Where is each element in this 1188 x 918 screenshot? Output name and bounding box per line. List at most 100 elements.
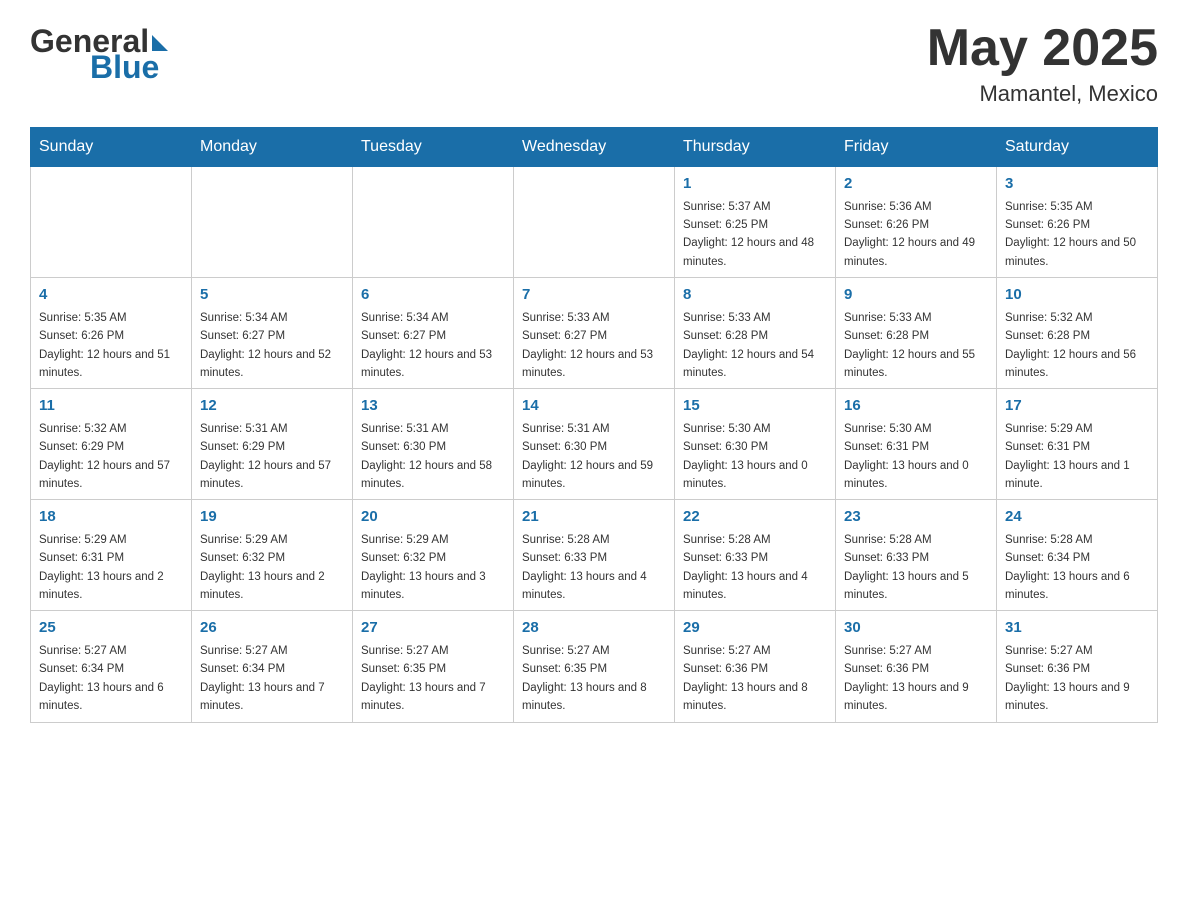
day-info: Sunrise: 5:29 AMSunset: 6:31 PMDaylight:… — [1005, 420, 1149, 494]
calendar-cell: 30Sunrise: 5:27 AMSunset: 6:36 PMDayligh… — [836, 611, 997, 722]
day-info: Sunrise: 5:28 AMSunset: 6:34 PMDaylight:… — [1005, 531, 1149, 605]
calendar-cell — [353, 167, 514, 278]
calendar-cell: 3Sunrise: 5:35 AMSunset: 6:26 PMDaylight… — [997, 167, 1158, 278]
day-info: Sunrise: 5:27 AMSunset: 6:35 PMDaylight:… — [522, 642, 666, 716]
day-info: Sunrise: 5:30 AMSunset: 6:31 PMDaylight:… — [844, 420, 988, 494]
calendar-cell: 14Sunrise: 5:31 AMSunset: 6:30 PMDayligh… — [514, 389, 675, 500]
day-number: 19 — [200, 506, 344, 529]
day-number: 24 — [1005, 506, 1149, 529]
calendar-cell: 27Sunrise: 5:27 AMSunset: 6:35 PMDayligh… — [353, 611, 514, 722]
day-info: Sunrise: 5:35 AMSunset: 6:26 PMDaylight:… — [1005, 198, 1149, 272]
day-info: Sunrise: 5:27 AMSunset: 6:34 PMDaylight:… — [39, 642, 183, 716]
day-info: Sunrise: 5:29 AMSunset: 6:32 PMDaylight:… — [200, 531, 344, 605]
week-row-5: 25Sunrise: 5:27 AMSunset: 6:34 PMDayligh… — [31, 611, 1158, 722]
calendar-cell: 1Sunrise: 5:37 AMSunset: 6:25 PMDaylight… — [675, 167, 836, 278]
day-number: 15 — [683, 395, 827, 418]
header-sunday: Sunday — [31, 128, 192, 167]
day-info: Sunrise: 5:33 AMSunset: 6:28 PMDaylight:… — [683, 309, 827, 383]
day-number: 12 — [200, 395, 344, 418]
day-info: Sunrise: 5:37 AMSunset: 6:25 PMDaylight:… — [683, 198, 827, 272]
calendar-cell: 9Sunrise: 5:33 AMSunset: 6:28 PMDaylight… — [836, 278, 997, 389]
day-number: 16 — [844, 395, 988, 418]
calendar-cell: 19Sunrise: 5:29 AMSunset: 6:32 PMDayligh… — [192, 500, 353, 611]
day-info: Sunrise: 5:27 AMSunset: 6:36 PMDaylight:… — [1005, 642, 1149, 716]
day-info: Sunrise: 5:33 AMSunset: 6:28 PMDaylight:… — [844, 309, 988, 383]
header-monday: Monday — [192, 128, 353, 167]
header-friday: Friday — [836, 128, 997, 167]
day-number: 17 — [1005, 395, 1149, 418]
day-number: 6 — [361, 284, 505, 307]
title-area: May 2025 Mamantel, Mexico — [927, 20, 1158, 107]
calendar-body: 1Sunrise: 5:37 AMSunset: 6:25 PMDaylight… — [31, 167, 1158, 722]
day-number: 28 — [522, 617, 666, 640]
calendar-cell: 15Sunrise: 5:30 AMSunset: 6:30 PMDayligh… — [675, 389, 836, 500]
week-row-1: 1Sunrise: 5:37 AMSunset: 6:25 PMDaylight… — [31, 167, 1158, 278]
day-info: Sunrise: 5:34 AMSunset: 6:27 PMDaylight:… — [361, 309, 505, 383]
calendar-cell: 8Sunrise: 5:33 AMSunset: 6:28 PMDaylight… — [675, 278, 836, 389]
day-info: Sunrise: 5:33 AMSunset: 6:27 PMDaylight:… — [522, 309, 666, 383]
day-info: Sunrise: 5:27 AMSunset: 6:36 PMDaylight:… — [844, 642, 988, 716]
calendar-cell: 21Sunrise: 5:28 AMSunset: 6:33 PMDayligh… — [514, 500, 675, 611]
day-number: 1 — [683, 173, 827, 196]
header-thursday: Thursday — [675, 128, 836, 167]
day-number: 10 — [1005, 284, 1149, 307]
day-number: 2 — [844, 173, 988, 196]
day-info: Sunrise: 5:27 AMSunset: 6:36 PMDaylight:… — [683, 642, 827, 716]
day-number: 22 — [683, 506, 827, 529]
header-tuesday: Tuesday — [353, 128, 514, 167]
day-info: Sunrise: 5:36 AMSunset: 6:26 PMDaylight:… — [844, 198, 988, 272]
day-number: 8 — [683, 284, 827, 307]
calendar-cell: 18Sunrise: 5:29 AMSunset: 6:31 PMDayligh… — [31, 500, 192, 611]
day-info: Sunrise: 5:31 AMSunset: 6:30 PMDaylight:… — [361, 420, 505, 494]
calendar-cell: 5Sunrise: 5:34 AMSunset: 6:27 PMDaylight… — [192, 278, 353, 389]
day-number: 30 — [844, 617, 988, 640]
day-number: 26 — [200, 617, 344, 640]
calendar-cell: 4Sunrise: 5:35 AMSunset: 6:26 PMDaylight… — [31, 278, 192, 389]
calendar-cell: 13Sunrise: 5:31 AMSunset: 6:30 PMDayligh… — [353, 389, 514, 500]
day-info: Sunrise: 5:35 AMSunset: 6:26 PMDaylight:… — [39, 309, 183, 383]
calendar-cell — [31, 167, 192, 278]
day-info: Sunrise: 5:30 AMSunset: 6:30 PMDaylight:… — [683, 420, 827, 494]
calendar-cell: 28Sunrise: 5:27 AMSunset: 6:35 PMDayligh… — [514, 611, 675, 722]
calendar-cell: 2Sunrise: 5:36 AMSunset: 6:26 PMDaylight… — [836, 167, 997, 278]
calendar-cell: 24Sunrise: 5:28 AMSunset: 6:34 PMDayligh… — [997, 500, 1158, 611]
logo: General Blue — [30, 25, 168, 83]
calendar-cell: 10Sunrise: 5:32 AMSunset: 6:28 PMDayligh… — [997, 278, 1158, 389]
calendar-cell: 23Sunrise: 5:28 AMSunset: 6:33 PMDayligh… — [836, 500, 997, 611]
day-info: Sunrise: 5:28 AMSunset: 6:33 PMDaylight:… — [683, 531, 827, 605]
calendar-cell — [192, 167, 353, 278]
day-info: Sunrise: 5:31 AMSunset: 6:30 PMDaylight:… — [522, 420, 666, 494]
calendar-cell: 17Sunrise: 5:29 AMSunset: 6:31 PMDayligh… — [997, 389, 1158, 500]
day-number: 20 — [361, 506, 505, 529]
calendar-cell: 12Sunrise: 5:31 AMSunset: 6:29 PMDayligh… — [192, 389, 353, 500]
header-row: Sunday Monday Tuesday Wednesday Thursday… — [31, 128, 1158, 167]
week-row-3: 11Sunrise: 5:32 AMSunset: 6:29 PMDayligh… — [31, 389, 1158, 500]
day-number: 25 — [39, 617, 183, 640]
calendar-cell: 26Sunrise: 5:27 AMSunset: 6:34 PMDayligh… — [192, 611, 353, 722]
header-saturday: Saturday — [997, 128, 1158, 167]
calendar-cell: 20Sunrise: 5:29 AMSunset: 6:32 PMDayligh… — [353, 500, 514, 611]
day-number: 27 — [361, 617, 505, 640]
day-info: Sunrise: 5:32 AMSunset: 6:29 PMDaylight:… — [39, 420, 183, 494]
day-number: 3 — [1005, 173, 1149, 196]
week-row-4: 18Sunrise: 5:29 AMSunset: 6:31 PMDayligh… — [31, 500, 1158, 611]
week-row-2: 4Sunrise: 5:35 AMSunset: 6:26 PMDaylight… — [31, 278, 1158, 389]
calendar-cell: 6Sunrise: 5:34 AMSunset: 6:27 PMDaylight… — [353, 278, 514, 389]
page-header: General Blue May 2025 Mamantel, Mexico — [30, 20, 1158, 107]
calendar-cell: 16Sunrise: 5:30 AMSunset: 6:31 PMDayligh… — [836, 389, 997, 500]
day-info: Sunrise: 5:28 AMSunset: 6:33 PMDaylight:… — [522, 531, 666, 605]
day-info: Sunrise: 5:34 AMSunset: 6:27 PMDaylight:… — [200, 309, 344, 383]
calendar-cell: 7Sunrise: 5:33 AMSunset: 6:27 PMDaylight… — [514, 278, 675, 389]
day-number: 5 — [200, 284, 344, 307]
day-number: 4 — [39, 284, 183, 307]
day-number: 21 — [522, 506, 666, 529]
day-number: 29 — [683, 617, 827, 640]
calendar-title: May 2025 — [927, 20, 1158, 77]
header-wednesday: Wednesday — [514, 128, 675, 167]
day-info: Sunrise: 5:32 AMSunset: 6:28 PMDaylight:… — [1005, 309, 1149, 383]
day-number: 31 — [1005, 617, 1149, 640]
day-info: Sunrise: 5:29 AMSunset: 6:31 PMDaylight:… — [39, 531, 183, 605]
calendar-subtitle: Mamantel, Mexico — [927, 81, 1158, 107]
day-number: 13 — [361, 395, 505, 418]
calendar-cell: 25Sunrise: 5:27 AMSunset: 6:34 PMDayligh… — [31, 611, 192, 722]
